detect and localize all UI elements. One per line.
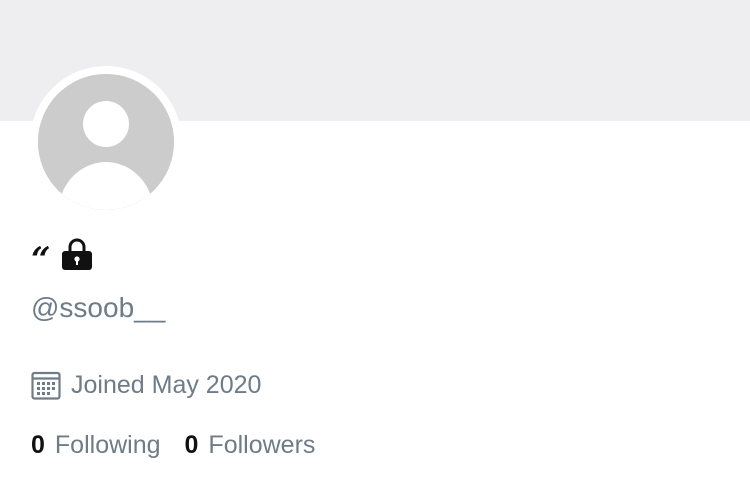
following-label: Following (54, 431, 161, 459)
following-count: 0 (31, 431, 45, 459)
followers-link[interactable]: 0 Followers (185, 428, 316, 462)
calendar-icon (31, 370, 61, 400)
followers-label: Followers (208, 431, 316, 459)
display-name: “ (31, 240, 51, 280)
followers-count: 0 (184, 431, 199, 459)
profile-page: “ @ssoob__ Joined May 2020 0 Following 0… (0, 0, 750, 485)
name-row: “ (31, 234, 93, 280)
user-handle: @ssoob__ (31, 292, 166, 323)
joined-date-row: Joined May 2020 (31, 369, 261, 401)
follow-stats: 0 Following 0 Followers (31, 428, 315, 462)
joined-date: Joined May 2020 (71, 371, 262, 399)
avatar[interactable] (30, 66, 182, 218)
following-link[interactable]: 0 Following (31, 428, 161, 462)
lock-icon (61, 237, 93, 271)
default-avatar-icon (38, 74, 174, 210)
